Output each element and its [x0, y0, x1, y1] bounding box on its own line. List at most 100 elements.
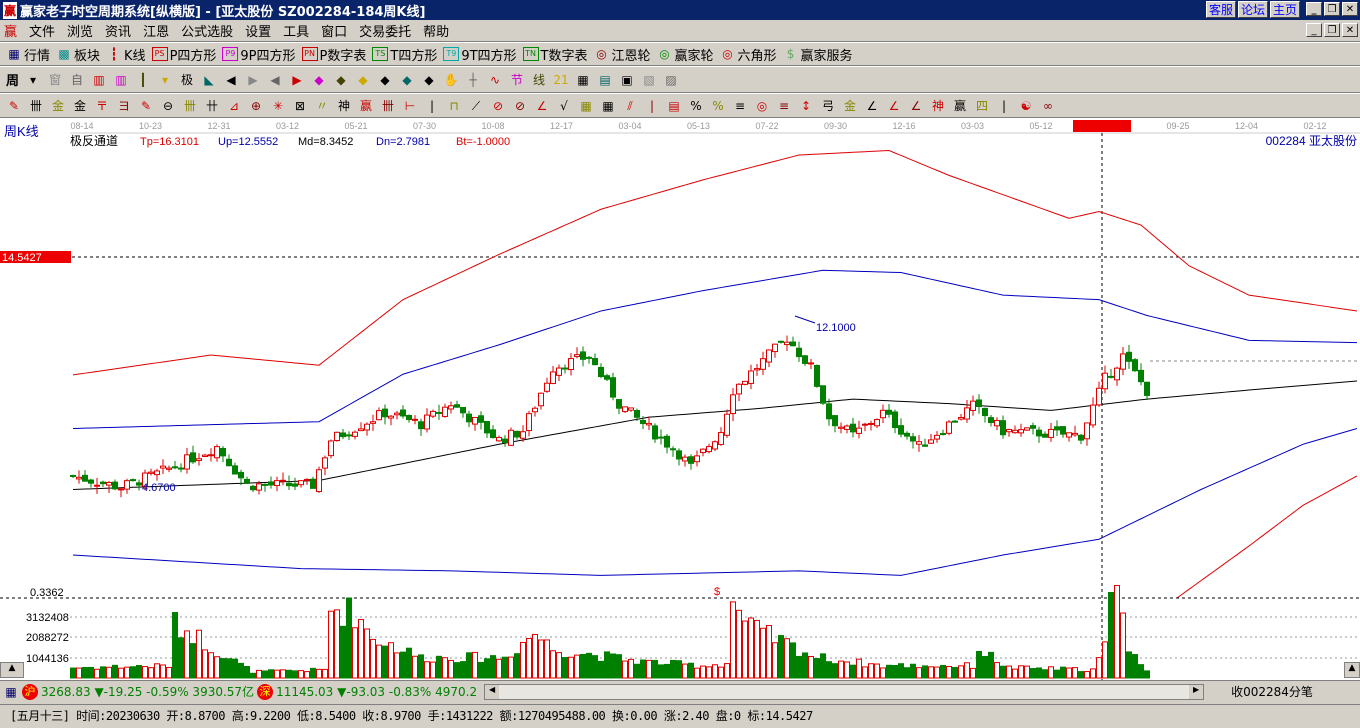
tool-icon[interactable]: ▤ [666, 98, 682, 114]
tool-icon[interactable]: 节 [509, 72, 525, 88]
tool-icon[interactable]: ✎ [138, 98, 154, 114]
tool-icon[interactable]: ▨ [663, 72, 679, 88]
tool-icon[interactable]: ▣ [619, 72, 635, 88]
tool-icon[interactable]: ⊖ [160, 98, 176, 114]
restore-button[interactable]: ❐ [1324, 2, 1340, 16]
tool-icon[interactable]: ⊓ [446, 98, 462, 114]
tick-data-label[interactable]: 收002284分笔 [1231, 683, 1313, 700]
scroll-up-button[interactable]: ▲ [0, 662, 24, 678]
minimize-button[interactable]: _ [1306, 2, 1322, 16]
tool-icon[interactable]: | [644, 98, 660, 114]
tool-icon[interactable]: 卌 [182, 98, 198, 114]
tool-icon[interactable]: ∠ [908, 98, 924, 114]
tool-icon[interactable]: ◆ [377, 72, 393, 88]
tool-icon[interactable]: 神 [930, 98, 946, 114]
tool-icon[interactable]: ◀ [267, 72, 283, 88]
child-close-button[interactable]: ✕ [1342, 23, 1358, 37]
tool-icon[interactable]: ▦ [578, 98, 594, 114]
tool-icon[interactable]: ☯ [1018, 98, 1034, 114]
forum-link[interactable]: 论坛 [1237, 1, 1268, 18]
tool-icon[interactable]: 极 [179, 72, 195, 88]
tool-icon[interactable]: ▾ [25, 72, 41, 88]
tool-icon[interactable]: 卄 [204, 98, 220, 114]
tool-icon[interactable]: ◎ [754, 98, 770, 114]
tool-icon[interactable]: √ [556, 98, 572, 114]
tool-icon[interactable]: ◆ [311, 72, 327, 88]
tool-icon[interactable]: 〃 [314, 98, 330, 114]
tool-icon[interactable]: 21 [553, 72, 569, 88]
tool-icon[interactable]: 金 [842, 98, 858, 114]
tool-icon[interactable]: ⊠ [292, 98, 308, 114]
child-minimize-button[interactable]: _ [1306, 23, 1322, 37]
tool-icon[interactable]: ヨ [116, 98, 132, 114]
horizontal-scrollbar[interactable]: ◀ ▶ [484, 683, 1205, 700]
customer-service-link[interactable]: 客服 [1205, 1, 1236, 18]
tool-icon[interactable]: | [424, 98, 440, 114]
tool-icon[interactable]: 弓 [820, 98, 836, 114]
chart-area[interactable]: 周K线 08-14 10-23 12-31 03-12 05-21 07-30 10-08 1… [0, 118, 1360, 680]
tool-icon[interactable]: ◆ [399, 72, 415, 88]
tool-icon[interactable]: ◆ [355, 72, 371, 88]
menu-item[interactable]: 资讯 [105, 21, 131, 40]
menu-item[interactable]: 浏览 [67, 21, 93, 40]
tool-icon[interactable]: ⊢ [402, 98, 418, 114]
menu-item[interactable]: 设置 [245, 21, 271, 40]
tool-icon[interactable]: ◣ [201, 72, 217, 88]
toolbar-button[interactable]: ◎ 六角形 [720, 45, 776, 64]
tool-icon[interactable]: ⊿ [226, 98, 242, 114]
toolbar-button[interactable]: ◎ 赢家轮 [657, 45, 713, 64]
toolbar-button[interactable]: ▦ 行情 [6, 45, 50, 64]
toolbar-button[interactable]: PN P数字表 [301, 45, 366, 64]
toolbar-button[interactable]: TN T数字表 [522, 45, 588, 64]
tool-icon[interactable]: ▦ [575, 72, 591, 88]
tool-icon[interactable]: ◀ [223, 72, 239, 88]
toolbar-button[interactable]: ▩ 板块 [56, 45, 100, 64]
tool-icon[interactable]: 金 [50, 98, 66, 114]
tool-icon[interactable]: ⫽ [622, 98, 638, 114]
tool-icon[interactable]: ∿ [487, 72, 503, 88]
scroll-up-button-right[interactable]: ▲ [1344, 662, 1360, 678]
tool-icon[interactable]: 金 [72, 98, 88, 114]
period-select[interactable]: 周 [6, 70, 19, 89]
tool-icon[interactable]: ◆ [421, 72, 437, 88]
tool-icon[interactable]: ▥ [113, 72, 129, 88]
tool-icon[interactable]: ⊕ [248, 98, 264, 114]
menu-item[interactable]: 交易委托 [359, 21, 411, 40]
calendar-icon[interactable]: ▦ [3, 684, 19, 700]
tool-icon[interactable]: ▾ [157, 72, 173, 88]
tool-icon[interactable]: ▶ [289, 72, 305, 88]
tool-icon[interactable]: ▤ [597, 72, 613, 88]
toolbar-button[interactable]: $ 赢家服务 [783, 45, 853, 64]
tool-icon[interactable]: ┃ [135, 72, 151, 88]
tool-icon[interactable]: ┼ [465, 72, 481, 88]
toolbar-button[interactable]: P9 9P四方形 [222, 45, 296, 64]
tool-icon[interactable]: 卌 [28, 98, 44, 114]
menu-item[interactable]: 文件 [29, 21, 55, 40]
homepage-link[interactable]: 主页 [1269, 1, 1300, 18]
tool-icon[interactable]: | [996, 98, 1012, 114]
tool-icon[interactable]: ✎ [6, 98, 22, 114]
tool-icon[interactable]: 四 [974, 98, 990, 114]
toolbar-button[interactable]: TS T四方形 [372, 45, 437, 64]
tool-icon[interactable]: 神 [336, 98, 352, 114]
tool-icon[interactable]: 〒 [94, 98, 110, 114]
tool-icon[interactable]: 卌 [380, 98, 396, 114]
tool-icon[interactable]: 赢 [952, 98, 968, 114]
tool-icon[interactable]: ⟋ [468, 98, 484, 114]
tool-icon[interactable]: ▦ [600, 98, 616, 114]
menu-item[interactable]: 公式选股 [181, 21, 233, 40]
tool-icon[interactable]: ▶ [245, 72, 261, 88]
close-button[interactable]: ✕ [1342, 2, 1358, 16]
tool-icon[interactable]: ✳ [270, 98, 286, 114]
tool-icon[interactable]: ⊘ [512, 98, 528, 114]
tool-icon[interactable]: ▧ [641, 72, 657, 88]
tool-icon[interactable]: ▥ [91, 72, 107, 88]
tool-icon[interactable]: 窗 [47, 72, 63, 88]
tool-icon[interactable]: ⊘ [490, 98, 506, 114]
menu-item[interactable]: 窗口 [321, 21, 347, 40]
menu-item[interactable]: 帮助 [423, 21, 449, 40]
tool-icon[interactable]: % [688, 98, 704, 114]
toolbar-button[interactable]: T9 9T四方形 [443, 45, 517, 64]
menu-item[interactable]: 工具 [283, 21, 309, 40]
tool-icon[interactable]: 赢 [358, 98, 374, 114]
